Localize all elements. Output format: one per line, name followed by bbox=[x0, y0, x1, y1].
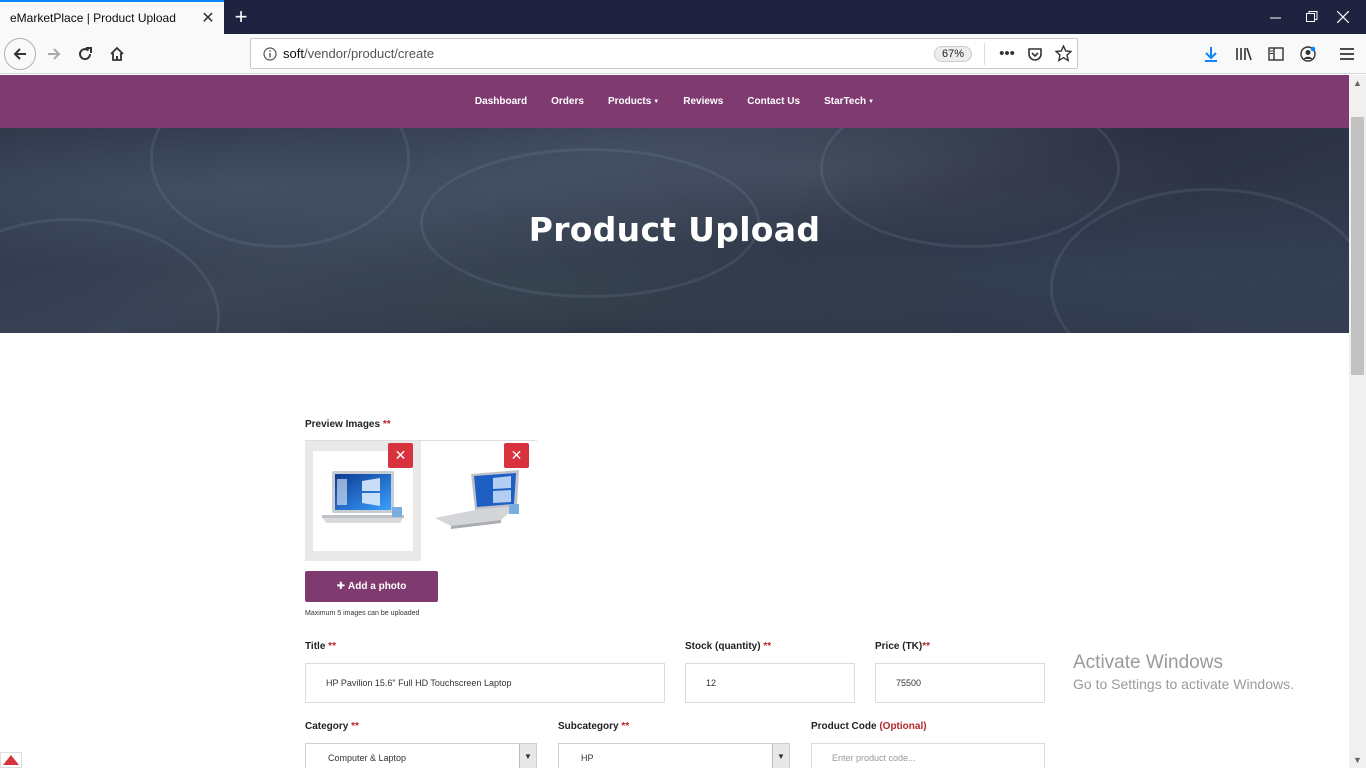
category-label-text: Category bbox=[305, 721, 349, 732]
required-mark: ** bbox=[922, 641, 931, 652]
scroll-thumb[interactable] bbox=[1351, 117, 1364, 375]
plus-icon: ✚ bbox=[336, 581, 346, 592]
home-icon[interactable] bbox=[102, 39, 132, 69]
required-mark: ** bbox=[351, 721, 359, 732]
address-bar[interactable]: soft/vendor/product/create 67% ••• bbox=[250, 38, 1078, 69]
preview-images-label: Preview Images ** bbox=[305, 419, 391, 430]
nav-products[interactable]: Products ▼ bbox=[608, 96, 659, 107]
sidebar-icon[interactable] bbox=[1261, 39, 1291, 69]
scroll-down-icon[interactable]: ▼ bbox=[1353, 755, 1362, 765]
category-label: Category ** bbox=[305, 721, 359, 732]
caret-down-icon: ▼ bbox=[653, 98, 660, 105]
hero-banner: Product Upload bbox=[0, 128, 1349, 333]
zoom-indicator[interactable]: 67% bbox=[933, 45, 972, 62]
preview-image-item[interactable]: ✕ bbox=[421, 441, 537, 561]
bookmark-star-icon[interactable] bbox=[1049, 45, 1077, 62]
required-mark: ** bbox=[621, 721, 630, 732]
nav-orders[interactable]: Orders bbox=[551, 96, 584, 107]
title-input[interactable]: HP Pavilion 15.6" Full HD Touchscreen La… bbox=[305, 663, 665, 703]
download-icon[interactable] bbox=[1196, 39, 1226, 69]
browser-tab-bar: eMarketPlace | Product Upload ✕ + bbox=[0, 0, 1366, 34]
new-tab-icon[interactable]: + bbox=[228, 4, 254, 30]
reload-icon[interactable] bbox=[70, 39, 100, 69]
nav-startech[interactable]: StarTech ▼ bbox=[824, 96, 874, 107]
info-icon[interactable] bbox=[257, 46, 283, 61]
category-select[interactable]: Computer & Laptop ▼ bbox=[305, 743, 537, 768]
nav-reviews[interactable]: Reviews bbox=[683, 96, 723, 107]
menu-icon[interactable] bbox=[1332, 39, 1362, 69]
stock-label: Stock (quantity) ** bbox=[685, 641, 771, 652]
product-code-input[interactable]: Enter product code... bbox=[811, 743, 1045, 768]
optional-mark: (Optional) bbox=[879, 721, 927, 732]
page-title: Product Upload bbox=[528, 210, 821, 249]
product-code-label-text: Product Code bbox=[811, 721, 877, 732]
price-label: Price (TK)** bbox=[875, 641, 930, 652]
windows-activation-watermark: Activate Windows Go to Settings to activ… bbox=[1073, 652, 1294, 692]
forward-arrow-icon[interactable] bbox=[39, 39, 69, 69]
tab-title: eMarketPlace | Product Upload bbox=[10, 11, 176, 25]
remove-image-button[interactable]: ✕ bbox=[388, 443, 413, 468]
stock-label-text: Stock (quantity) bbox=[685, 641, 761, 652]
required-mark: ** bbox=[328, 641, 336, 652]
stock-input[interactable]: 12 bbox=[685, 663, 855, 703]
nav-startech-label: StarTech bbox=[824, 96, 867, 107]
preview-images-list: ✕ ✕ bbox=[305, 440, 537, 561]
subcategory-label-text: Subcategory bbox=[558, 721, 619, 732]
nav-dashboard[interactable]: Dashboard bbox=[475, 96, 527, 107]
tab-close-icon[interactable]: ✕ bbox=[196, 6, 220, 30]
url-path: /vendor/product/create bbox=[303, 46, 435, 61]
product-code-label: Product Code (Optional) bbox=[811, 721, 927, 732]
watermark-title: Activate Windows bbox=[1073, 652, 1223, 673]
caret-down-icon: ▼ bbox=[868, 98, 875, 105]
price-input[interactable]: 75500 bbox=[875, 663, 1045, 703]
price-input-value: 75500 bbox=[896, 678, 922, 688]
stock-input-value: 12 bbox=[706, 678, 717, 688]
title-label: Title ** bbox=[305, 641, 336, 652]
chevron-down-icon[interactable]: ▼ bbox=[772, 744, 789, 768]
library-icon[interactable] bbox=[1229, 39, 1259, 69]
nav-contact-us[interactable]: Contact Us bbox=[747, 96, 800, 107]
subcategory-select[interactable]: HP ▼ bbox=[558, 743, 790, 768]
url-text: soft/vendor/product/create bbox=[283, 46, 934, 61]
preview-image-item[interactable]: ✕ bbox=[305, 441, 421, 561]
window-close-icon[interactable] bbox=[1320, 0, 1366, 34]
required-mark: ** bbox=[382, 419, 391, 430]
account-icon[interactable] bbox=[1293, 39, 1323, 69]
site-navigation: Dashboard Orders Products ▼ Reviews Conta… bbox=[0, 75, 1349, 128]
url-host: soft bbox=[283, 46, 304, 61]
subcategory-label: Subcategory ** bbox=[558, 721, 629, 732]
remove-image-button[interactable]: ✕ bbox=[504, 443, 529, 468]
page-actions-icon[interactable]: ••• bbox=[993, 45, 1021, 62]
add-photo-label: Add a photo bbox=[348, 581, 407, 592]
browser-toolbar: soft/vendor/product/create 67% ••• bbox=[0, 34, 1366, 74]
pocket-icon[interactable] bbox=[1021, 46, 1049, 62]
url-separator bbox=[984, 42, 985, 65]
watermark-subtitle: Go to Settings to activate Windows. bbox=[1073, 676, 1294, 692]
add-photo-button[interactable]: ✚ Add a photo bbox=[305, 571, 438, 602]
back-arrow-icon[interactable] bbox=[4, 38, 36, 70]
nav-products-label: Products bbox=[607, 96, 652, 107]
browser-tab[interactable]: eMarketPlace | Product Upload ✕ bbox=[0, 0, 224, 34]
price-label-text: Price (TK) bbox=[875, 641, 923, 652]
preview-images-text: Preview Images bbox=[305, 419, 381, 430]
max-images-hint: Maximum 5 images can be uploaded bbox=[305, 610, 420, 617]
category-select-value: Computer & Laptop bbox=[328, 753, 407, 763]
chevron-down-icon[interactable]: ▼ bbox=[519, 744, 536, 768]
required-mark: ** bbox=[763, 641, 772, 652]
scroll-up-icon[interactable]: ▲ bbox=[1353, 78, 1362, 88]
page-scrollbar[interactable]: ▲ ▼ bbox=[1349, 75, 1366, 768]
subcategory-select-value: HP bbox=[581, 753, 594, 763]
title-label-text: Title bbox=[305, 641, 326, 652]
product-code-placeholder: Enter product code... bbox=[832, 753, 916, 763]
taskbar-app-icon[interactable] bbox=[0, 752, 22, 768]
page-viewport: Dashboard Orders Products ▼ Reviews Conta… bbox=[0, 75, 1349, 768]
title-input-value: HP Pavilion 15.6" Full HD Touchscreen La… bbox=[326, 678, 512, 688]
